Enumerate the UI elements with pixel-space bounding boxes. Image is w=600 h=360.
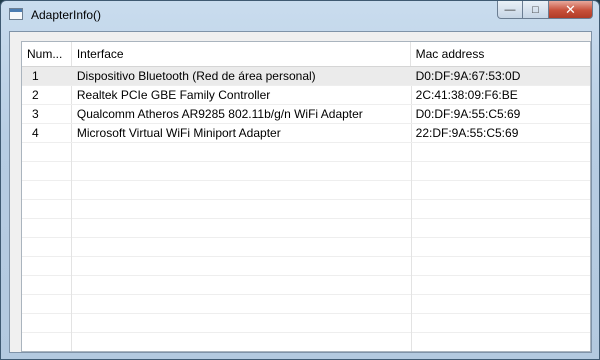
cell-interface: Microsoft Virtual WiFi Miniport Adapter [76,126,281,140]
title-bar[interactable]: AdapterInfo() — □ ✕ [1,1,599,31]
cell-interface: Realtek PCIe GBE Family Controller [76,88,271,102]
minimize-button[interactable]: — [497,1,523,19]
app-window-icon [9,8,23,20]
table-row[interactable]: 3 Qualcomm Atheros AR9285 802.11b/g/n WiF… [22,105,590,124]
maximize-icon: □ [532,3,539,16]
table-body: 1 Dispositivo Bluetooth (Red de área pers… [22,67,590,333]
close-button[interactable]: ✕ [549,1,593,19]
column-header-num[interactable]: Num... [22,42,72,66]
caption-buttons: — □ ✕ [497,1,593,19]
cell-num: 1 [32,69,39,83]
empty-row [22,238,590,257]
minimize-icon: — [504,3,516,16]
empty-row [22,314,590,333]
empty-row [22,200,590,219]
cell-mac-address: D0:DF:9A:67:53:0D [415,69,521,83]
adapter-info-window: AdapterInfo() — □ ✕ Num... Interface Mac… [0,0,600,360]
empty-row [22,257,590,276]
table-row[interactable]: 2 Realtek PCIe GBE Family Controller 2C:41… [22,86,590,105]
cell-mac-address: 2C:41:38:09:F6:BE [415,88,518,102]
empty-row [22,162,590,181]
cell-num: 4 [32,126,39,140]
maximize-button[interactable]: □ [523,1,549,19]
cell-mac-address: D0:DF:9A:55:C5:69 [415,107,521,121]
empty-row [22,143,590,162]
empty-row [22,276,590,295]
table-row[interactable]: 4 Microsoft Virtual WiFi Miniport Adapter… [22,124,590,143]
table-row[interactable]: 1 Dispositivo Bluetooth (Red de área pers… [22,67,590,86]
cell-num: 2 [32,88,39,102]
empty-row [22,181,590,200]
window-title: AdapterInfo() [31,8,102,22]
empty-row [22,219,590,238]
cell-num: 3 [32,107,39,121]
table-header: Num... Interface Mac address [22,42,590,67]
client-area: Num... Interface Mac address 1 Dispositiv… [9,31,592,353]
column-header-interface[interactable]: Interface [72,42,411,66]
adapter-table[interactable]: Num... Interface Mac address 1 Dispositiv… [21,41,591,352]
cell-mac-address: 22:DF:9A:55:C5:69 [415,126,519,140]
empty-row [22,295,590,314]
close-icon: ✕ [565,1,576,17]
cell-interface: Qualcomm Atheros AR9285 802.11b/g/n WiFi… [76,107,363,121]
column-header-mac-address[interactable]: Mac address [411,42,590,66]
cell-interface: Dispositivo Bluetooth (Red de área perso… [76,69,316,83]
